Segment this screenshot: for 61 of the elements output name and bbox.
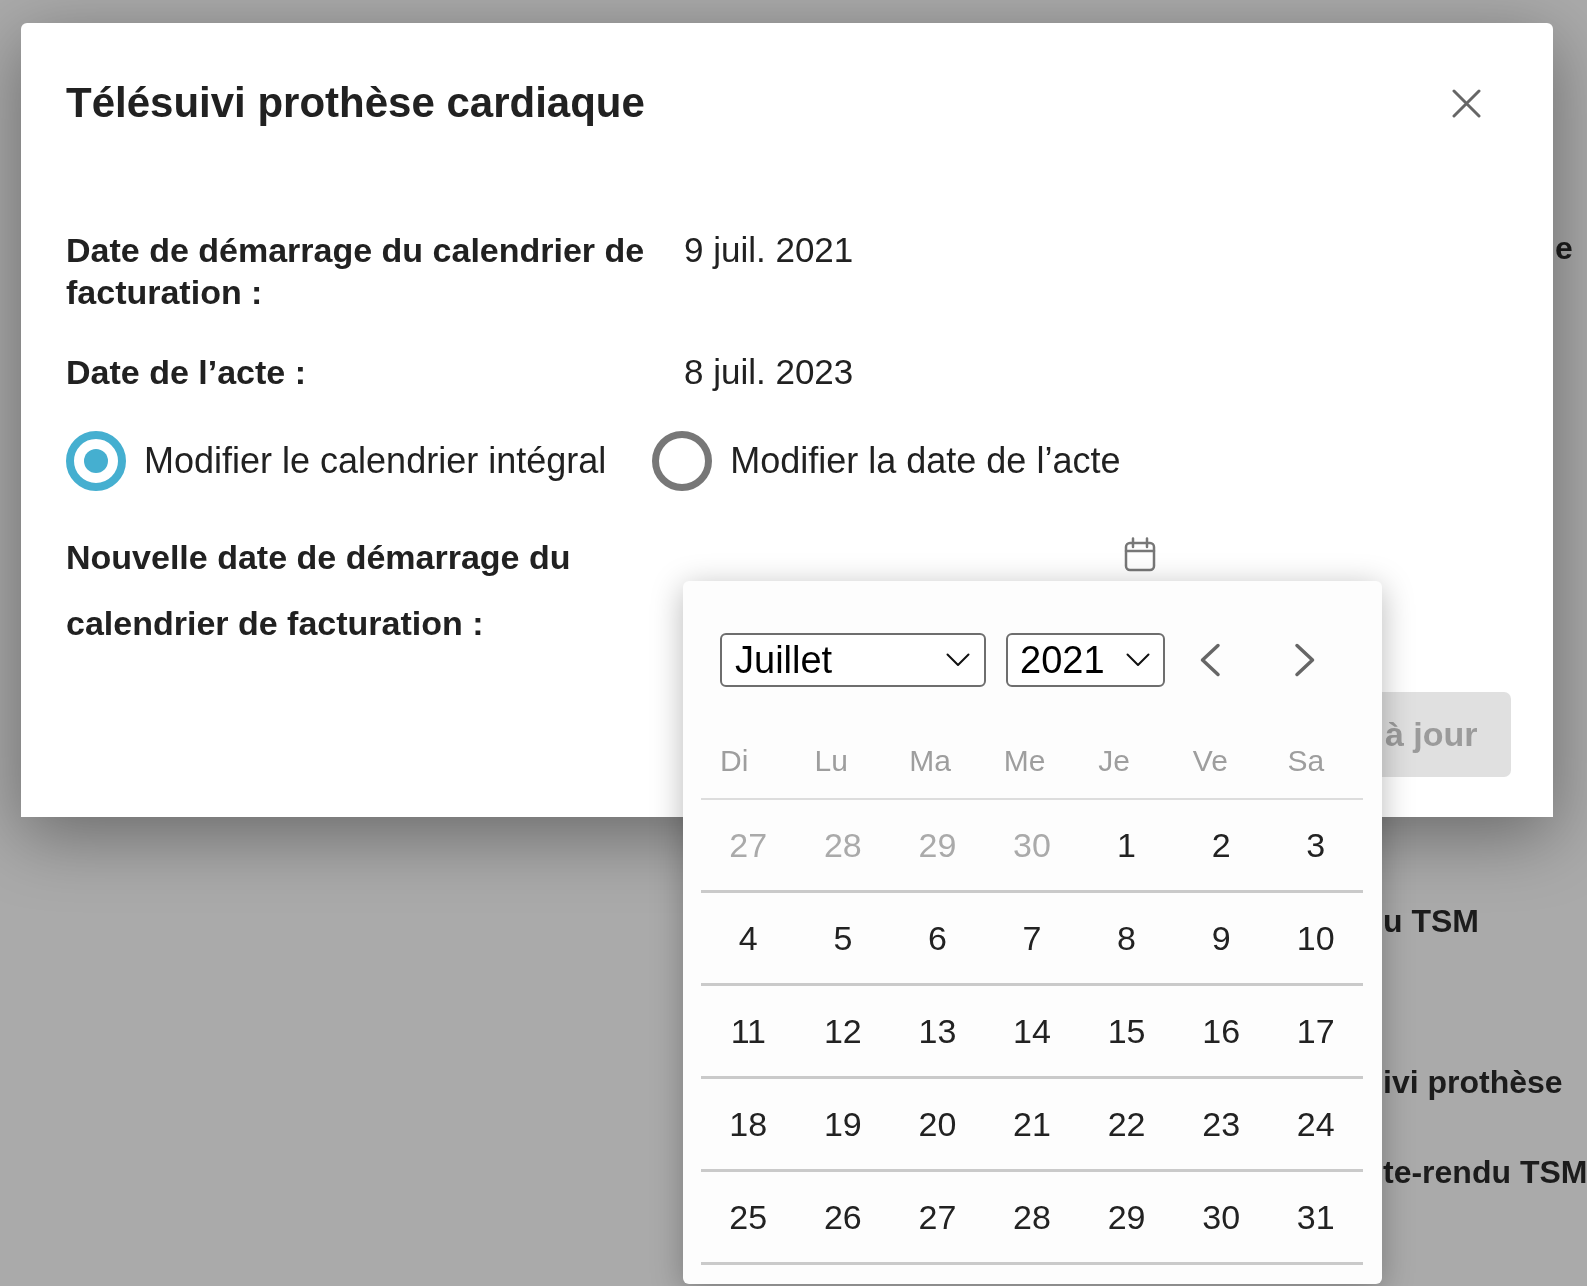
calendar-day[interactable]: 16 xyxy=(1173,986,1269,1076)
calendar-day[interactable]: 9 xyxy=(1173,893,1269,983)
dialog-title: Télésuivi prothèse cardiaque xyxy=(66,78,645,128)
close-button[interactable] xyxy=(1452,88,1481,118)
calendar-day[interactable]: 21 xyxy=(984,1079,1080,1169)
calendar-day[interactable]: 26 xyxy=(795,1172,891,1262)
calendar-day[interactable]: 20 xyxy=(890,1079,985,1169)
calendar-day[interactable]: 25 xyxy=(701,1172,796,1262)
calendar-day[interactable]: 3 xyxy=(1268,800,1363,890)
calendar-day[interactable]: 18 xyxy=(701,1079,796,1169)
field-label: Date de l’acte : xyxy=(66,352,307,393)
page-list-text: u TSM xyxy=(1383,902,1479,941)
chevron-down-icon xyxy=(1126,653,1150,667)
calendar-day[interactable]: 14 xyxy=(984,986,1080,1076)
weekday-label: Je xyxy=(1097,743,1130,778)
weekday-label: Lu xyxy=(813,743,848,778)
calendar-day[interactable]: 31 xyxy=(1268,1172,1363,1262)
calendar-day[interactable]: 27 xyxy=(890,1172,985,1262)
calendar-day[interactable]: 17 xyxy=(1268,986,1363,1076)
calendar-day[interactable]: 23 xyxy=(1173,1079,1269,1169)
page-heading-text: e xyxy=(1555,229,1573,268)
weekday-label: Ma xyxy=(908,743,951,778)
calendar-day[interactable]: 15 xyxy=(1079,986,1174,1076)
month-select[interactable]: Juillet xyxy=(720,633,986,687)
calendar-day[interactable]: 6 xyxy=(890,893,985,983)
field-label: Nouvelle date de démarrage du calendrier de facturation : xyxy=(66,537,572,644)
calendar-day[interactable]: 24 xyxy=(1268,1079,1363,1169)
radio-option[interactable]: Modifier la date de l’acte xyxy=(652,431,1121,491)
calendar-day[interactable]: 22 xyxy=(1079,1079,1174,1169)
next-month-button[interactable] xyxy=(1294,643,1316,677)
calendar-day[interactable]: 29 xyxy=(1079,1172,1174,1262)
calendar-day[interactable]: 19 xyxy=(795,1079,891,1169)
calendar-day[interactable]: 8 xyxy=(1079,893,1174,983)
page-list-text: te-rendu TSM xyxy=(1383,1153,1587,1192)
previous-month-button[interactable] xyxy=(1199,643,1221,677)
chevron-right-icon xyxy=(1294,643,1316,677)
field-value: 9 juil. 2021 xyxy=(684,229,854,271)
chevron-down-icon xyxy=(946,653,970,667)
calendar-day[interactable]: 1 xyxy=(1079,800,1174,890)
field-value: 8 juil. 2023 xyxy=(684,351,854,393)
calendar-icon xyxy=(1124,536,1156,572)
weekday-label: Me xyxy=(1002,743,1046,778)
calendar-day[interactable]: 30 xyxy=(1173,1172,1269,1262)
calendar-day[interactable]: 10 xyxy=(1268,893,1363,983)
calendar-day[interactable]: 11 xyxy=(701,986,796,1076)
weekday-label: Di xyxy=(719,743,749,778)
calendar-day[interactable]: 13 xyxy=(890,986,985,1076)
calendar-day[interactable]: 28 xyxy=(984,1172,1080,1262)
radio-option[interactable]: Modifier le calendrier intégral xyxy=(66,431,607,491)
weekday-label: Ve xyxy=(1191,743,1228,778)
page-list-text: ivi prothèse xyxy=(1383,1063,1563,1102)
close-icon xyxy=(1452,88,1481,118)
calendar-day[interactable]: 2 xyxy=(1173,800,1269,890)
chevron-left-icon xyxy=(1199,643,1221,677)
calendar-day[interactable]: 7 xyxy=(984,893,1080,983)
calendar-day[interactable]: 5 xyxy=(795,893,891,983)
field-label: Date de démarrage du calendrier de facturation : xyxy=(66,230,646,313)
weekday-label: Sa xyxy=(1286,743,1325,778)
year-select[interactable]: 2021 xyxy=(1006,633,1165,687)
calendar-day[interactable]: 4 xyxy=(701,893,796,983)
calendar-day[interactable]: 12 xyxy=(795,986,891,1076)
